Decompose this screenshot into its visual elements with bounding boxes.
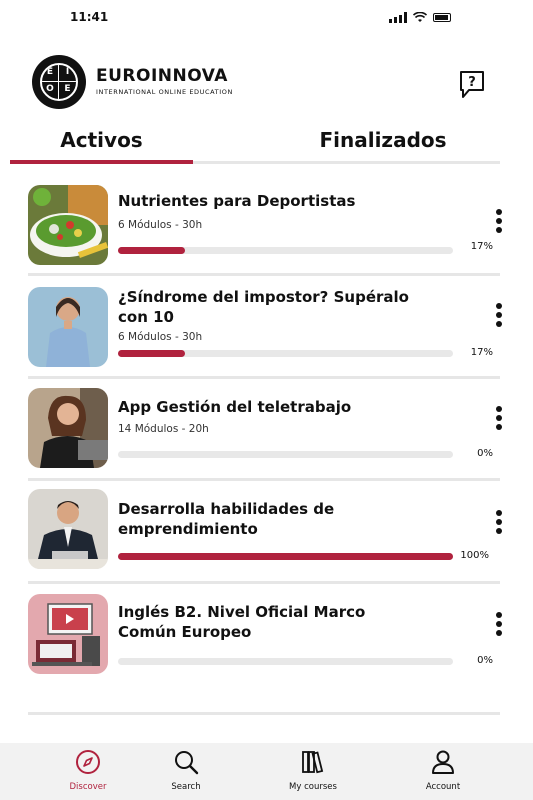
progress-bar — [118, 247, 453, 254]
more-options-icon[interactable] — [495, 510, 503, 536]
more-options-icon[interactable] — [495, 612, 503, 638]
progress-bar — [118, 451, 453, 458]
progress-bar — [118, 350, 453, 357]
course-meta: 14 Módulos - 20h — [118, 423, 209, 435]
user-icon — [432, 750, 454, 774]
progress-bar — [118, 553, 453, 560]
woman-portrait-image — [28, 287, 108, 367]
battery-icon — [433, 13, 451, 22]
progress-percent: 17% — [470, 241, 493, 252]
more-options-icon[interactable] — [495, 303, 503, 329]
compass-icon — [76, 750, 100, 774]
woman-laptop-image — [28, 388, 108, 468]
status-icons — [389, 12, 451, 23]
progress-percent: 100% — [460, 550, 489, 561]
progress-percent: 0% — [477, 448, 493, 459]
nav-label: Account — [425, 782, 461, 792]
course-item[interactable]: ¿Síndrome del impostor? Supéralo con 10 … — [28, 287, 503, 387]
status-time: 11:41 — [70, 10, 109, 24]
course-item[interactable]: Nutrientes para Deportistas 6 Módulos - … — [28, 185, 503, 285]
more-options-icon[interactable] — [495, 209, 503, 235]
status-bar: 11:41 — [0, 0, 533, 38]
online-learning-illustration — [28, 594, 108, 674]
more-options-icon[interactable] — [495, 406, 503, 432]
divider — [28, 712, 500, 715]
wifi-icon — [413, 12, 427, 22]
brand-name: EUROINNOVA — [96, 66, 228, 86]
progress-fill — [118, 553, 453, 560]
app-header: E I O E EUROINNOVA INTERNATIONAL ONLINE … — [0, 50, 533, 120]
businessman-image — [28, 489, 108, 569]
course-title: Inglés B2. Nivel Oficial Marco Común Eur… — [118, 603, 366, 641]
bottom-navigation: Discover Search My courses Account — [0, 743, 533, 800]
signal-icon — [389, 12, 407, 23]
nav-discover[interactable]: Discover — [53, 749, 123, 792]
brand-tagline: INTERNATIONAL ONLINE EDUCATION — [96, 88, 233, 96]
course-item[interactable]: Inglés B2. Nivel Oficial Marco Común Eur… — [28, 594, 503, 694]
progress-percent: 17% — [470, 347, 493, 358]
progress-percent: 0% — [477, 655, 493, 666]
progress-bar — [118, 658, 453, 665]
divider — [28, 376, 500, 379]
divider — [28, 273, 500, 276]
nav-account[interactable]: Account — [408, 749, 478, 792]
nav-label: Search — [171, 782, 201, 792]
course-title: Desarrolla habilidades de emprendimiento — [118, 500, 335, 538]
course-item[interactable]: App Gestión del teletrabajo 14 Módulos -… — [28, 388, 503, 488]
progress-fill — [118, 350, 185, 357]
progress-fill — [118, 247, 185, 254]
euroinnova-logo: E I O E — [32, 55, 86, 109]
nav-search[interactable]: Search — [151, 749, 221, 792]
nav-my-courses[interactable]: My courses — [278, 749, 348, 792]
books-icon — [302, 751, 324, 774]
nav-label: Discover — [69, 782, 107, 792]
course-title: App Gestión del teletrabajo — [118, 398, 352, 416]
tab-finalizados[interactable]: Finalizados — [268, 128, 498, 164]
course-meta: 6 Módulos - 30h — [118, 331, 203, 343]
salad-image — [28, 185, 108, 265]
svg-text:?: ? — [468, 75, 476, 90]
search-icon — [175, 751, 199, 775]
tab-activos[interactable]: Activos — [10, 128, 193, 164]
help-icon[interactable]: ? — [459, 70, 485, 100]
course-title: ¿Síndrome del impostor? Supéralo con 10 — [118, 288, 409, 326]
nav-label: My courses — [289, 782, 337, 792]
course-tabs: Activos Finalizados — [10, 128, 500, 164]
course-item[interactable]: Desarrolla habilidades de emprendimiento… — [28, 489, 503, 589]
divider — [28, 478, 500, 481]
divider — [28, 581, 500, 584]
course-title: Nutrientes para Deportistas — [118, 192, 356, 210]
course-meta: 6 Módulos - 30h — [118, 219, 203, 231]
